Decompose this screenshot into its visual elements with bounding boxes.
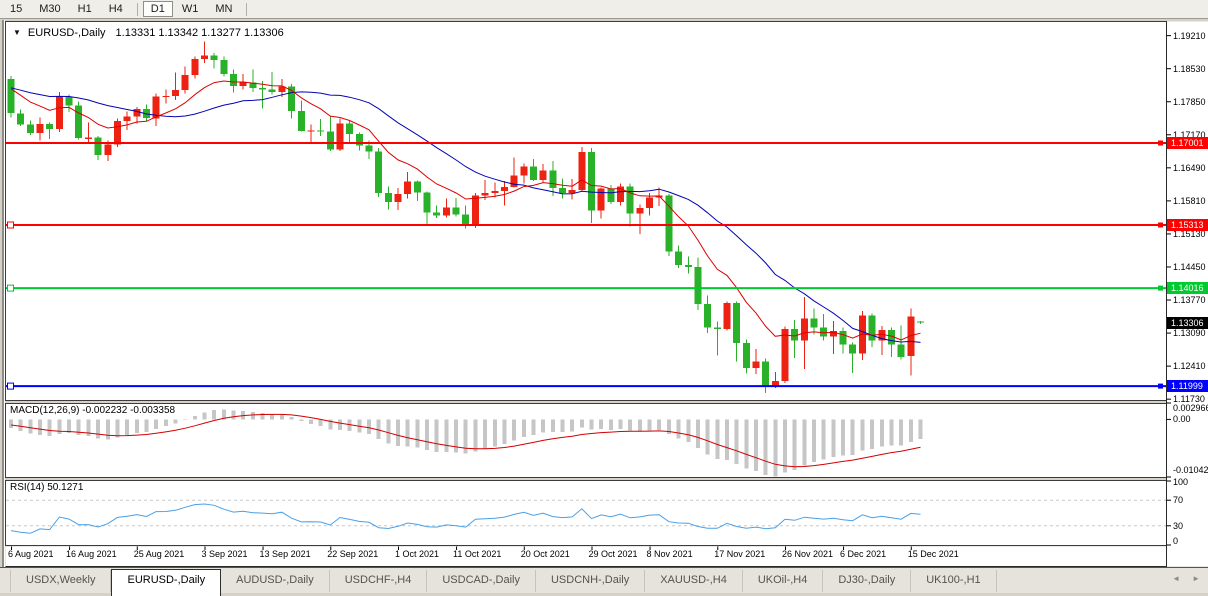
level-line-handle[interactable] — [1158, 140, 1163, 146]
chart-symbol-label: EURUSD-,Daily — [27, 27, 106, 39]
timeframe-button-w1[interactable]: W1 — [174, 1, 207, 17]
tab-scroll-right-arrow[interactable]: ► — [1192, 574, 1200, 583]
tab-eurusd-daily[interactable]: EURUSD-,Daily — [111, 569, 222, 596]
tab-uk100-h1[interactable]: UK100-,H1 — [911, 570, 997, 592]
timeframe-button-m30[interactable]: M30 — [31, 1, 68, 17]
tab-ukoil-h4[interactable]: UKOil-,H4 — [743, 570, 824, 592]
chart-title: ▼ EURUSD-,Daily 1.13331 1.13342 1.13277 1.… — [13, 27, 284, 39]
tab-audusd-daily[interactable]: AUDUSD-,Daily — [221, 570, 330, 592]
level-line-handle[interactable] — [1158, 285, 1163, 291]
timeframe-toolbar: 15 M30 H1 H4 D1 W1 MN — [0, 0, 1208, 19]
level-line-handle[interactable] — [7, 221, 14, 229]
level-line-handle[interactable] — [1158, 222, 1163, 228]
toolbar-separator — [136, 2, 138, 16]
chart-ohlc-values: 1.13331 1.13342 1.13277 1.13306 — [115, 27, 284, 39]
tab-xauusd-h4[interactable]: XAUUSD-,H4 — [645, 570, 743, 592]
chart-canvas[interactable] — [0, 0, 1208, 593]
tab-usdcnh-daily[interactable]: USDCNH-,Daily — [536, 570, 646, 592]
timeframe-button-h1[interactable]: H1 — [70, 1, 100, 17]
chart-tab-bar: USDX,Weekly EURUSD-,Daily AUDUSD-,Daily USD… — [0, 567, 1208, 596]
chart-title-dropdown-arrow[interactable]: ▼ — [13, 28, 21, 37]
level-line-handle[interactable] — [7, 382, 14, 390]
timeframe-button-mn[interactable]: MN — [207, 1, 240, 17]
timeframe-button-d1[interactable]: D1 — [142, 1, 173, 17]
timeframe-button-h4[interactable]: H4 — [101, 1, 131, 17]
tab-usdx-weekly[interactable]: USDX,Weekly — [10, 570, 112, 592]
level-line-handle[interactable] — [1158, 383, 1163, 389]
tab-dj30-daily[interactable]: DJ30-,Daily — [823, 570, 912, 592]
tab-scroll-controls: ◄ ► — [1172, 574, 1200, 583]
tab-usdchf-h4[interactable]: USDCHF-,H4 — [330, 570, 428, 592]
tab-scroll-left-arrow[interactable]: ◄ — [1172, 574, 1180, 583]
rsi-indicator-label: RSI(14) 50.1271 — [10, 482, 84, 493]
tab-usdcad-daily[interactable]: USDCAD-,Daily — [427, 570, 536, 592]
level-line-handle[interactable] — [7, 284, 14, 292]
timeframe-button-15[interactable]: 15 — [2, 1, 30, 17]
terminal-window: 15 M30 H1 H4 D1 W1 MN ▼ EURUSD-,Daily 1.13331 1.… — [0, 0, 1208, 596]
macd-indicator-label: MACD(12,26,9) -0.002232 -0.003358 — [10, 405, 176, 416]
toolbar-separator — [246, 2, 248, 16]
